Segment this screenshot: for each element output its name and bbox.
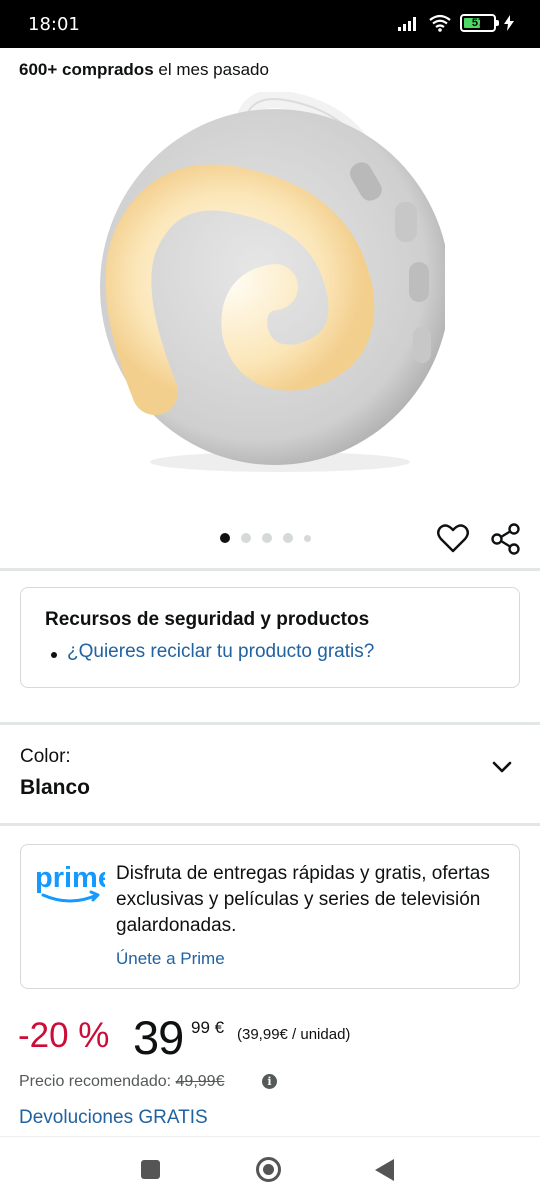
- discount-percentage: -20 %: [18, 1016, 110, 1055]
- chevron-down-icon[interactable]: [489, 756, 515, 778]
- purchase-count: 600+ comprados el mes pasado: [19, 60, 269, 80]
- status-bar: 18:01 57: [0, 0, 540, 48]
- charging-icon: [504, 15, 514, 31]
- prime-promo-card: prime Disfruta de entregas rápidas y gra…: [20, 844, 520, 989]
- heart-icon[interactable]: [436, 522, 470, 556]
- share-icon[interactable]: [489, 522, 523, 556]
- prime-description: Disfruta de entregas rápidas y gratis, o…: [116, 863, 490, 936]
- purchase-count-bold: 600+ comprados: [19, 60, 154, 79]
- price-cents: 99 €: [191, 1018, 225, 1037]
- purchase-count-rest: el mes pasado: [153, 60, 269, 79]
- bullet-icon: [51, 652, 57, 658]
- free-returns-link[interactable]: Devoluciones GRATIS: [19, 1107, 208, 1129]
- unit-price: (39,99€ / unidad): [237, 1026, 351, 1043]
- join-prime-link[interactable]: Únete a Prime: [116, 949, 225, 969]
- info-icon[interactable]: i: [262, 1074, 277, 1089]
- battery-level: 57: [471, 17, 485, 29]
- recommended-price-value: 49,99€: [175, 1073, 225, 1090]
- wifi-icon: [429, 14, 451, 32]
- back-icon[interactable]: [375, 1159, 394, 1181]
- status-icons: 57: [398, 14, 514, 32]
- section-divider: [0, 722, 540, 725]
- carousel-dot[interactable]: [283, 533, 293, 543]
- recent-apps-icon[interactable]: [141, 1160, 160, 1179]
- home-icon[interactable]: [256, 1157, 281, 1182]
- white-noise-machine-image[interactable]: [95, 92, 445, 482]
- carousel-dot[interactable]: [220, 533, 230, 543]
- carousel-indicator: [220, 533, 311, 543]
- battery-icon: 57: [460, 14, 499, 32]
- recommended-price-label: Precio recomendado:: [19, 1073, 176, 1090]
- section-divider: [0, 823, 540, 826]
- recycle-link[interactable]: ¿Quieres reciclar tu producto gratis?: [67, 641, 374, 663]
- prime-logo: prime: [35, 862, 105, 903]
- safety-resources-card: Recursos de seguridad y productos ¿Quier…: [20, 587, 520, 688]
- recommended-price: Precio recomendado: 49,99€: [19, 1073, 224, 1091]
- prime-logo-text: prime: [35, 862, 105, 894]
- price-whole: 39: [133, 1011, 184, 1064]
- carousel-dot[interactable]: [304, 534, 311, 542]
- clock: 18:01: [28, 14, 80, 35]
- carousel-dot[interactable]: [262, 533, 272, 543]
- carousel-dot[interactable]: [241, 533, 251, 543]
- color-label: Color:: [20, 746, 71, 767]
- system-navigation-bar: [0, 1136, 540, 1200]
- safety-title: Recursos de seguridad y productos: [45, 609, 370, 630]
- section-divider: [0, 568, 540, 571]
- color-value: Blanco: [20, 776, 91, 799]
- signal-icon: [398, 17, 416, 31]
